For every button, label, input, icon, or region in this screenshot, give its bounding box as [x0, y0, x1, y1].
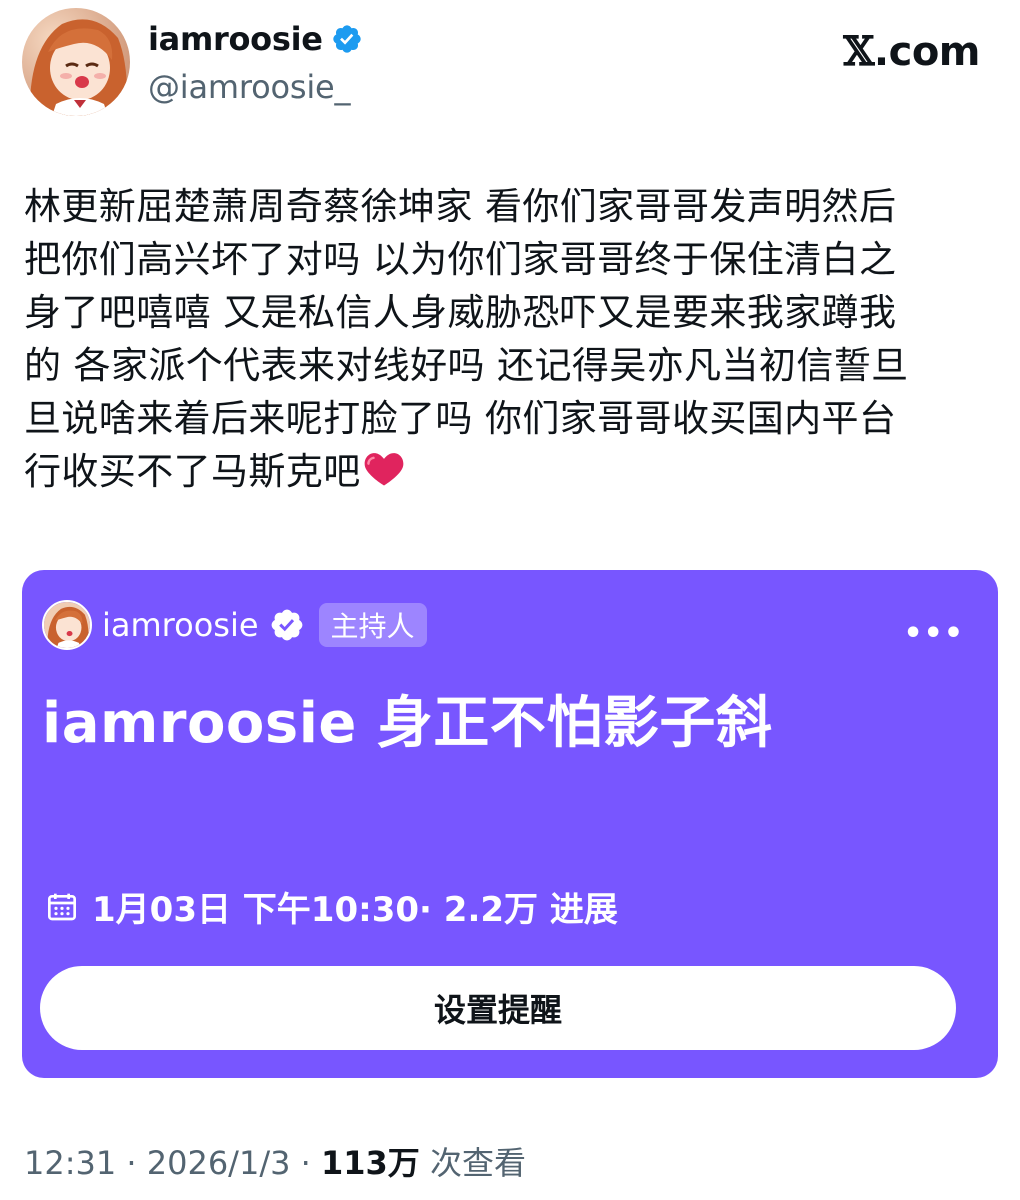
tweet-text: 林更新屈楚萧周奇蔡徐坤家 看你们家哥哥发声明然后 把你们高兴坏了对吗 以为你们家…: [24, 180, 999, 498]
tweet-text-line: 把你们高兴坏了对吗 以为你们家哥哥终于保住清白之: [24, 238, 897, 281]
host-avatar[interactable]: [42, 600, 92, 650]
space-title: iamroosie 身正不怕影子斜: [42, 691, 773, 756]
host-name[interactable]: iamroosie: [102, 606, 259, 644]
more-options-icon[interactable]: •••: [903, 616, 964, 651]
tweet-text-line: 行收买不了马斯克吧: [24, 450, 361, 493]
host-badge: 主持人: [318, 603, 427, 647]
x-com-logo: 𝕏.com: [843, 28, 980, 75]
view-count-label: 次查看: [419, 1144, 526, 1182]
calendar-icon: [48, 893, 76, 920]
tweet-text-line: 身了吧嘻嘻 又是私信人身威胁恐吓又是要来我家蹲我: [24, 291, 897, 334]
tweet-text-line: 林更新屈楚萧周奇蔡徐坤家 看你们家哥哥发声明然后: [24, 185, 897, 228]
author-avatar[interactable]: [22, 8, 130, 116]
tweet-meta-row: 12:31 · 2026/1/3 · 113万 次查看: [24, 1138, 526, 1184]
anime-avatar-icon: [22, 8, 130, 116]
tweet-date[interactable]: 2026/1/3: [147, 1144, 291, 1182]
brand-suffix: .com: [873, 29, 981, 75]
view-count[interactable]: 113万: [321, 1144, 420, 1182]
author-display-name[interactable]: iamroosie: [148, 20, 323, 58]
verified-badge-icon: [271, 609, 302, 641]
author-info: iamroosie @iamroosie_: [148, 20, 363, 106]
x-logo-icon: 𝕏: [843, 28, 874, 75]
space-schedule-text: 1月03日 下午10:30· 2.2万 进展: [92, 890, 618, 930]
tweet-text-line: 旦说啥来着后来呢打脸了吗 你们家哥哥收买国内平台: [24, 397, 897, 440]
heart-icon: [364, 453, 403, 486]
space-host-row: iamroosie 主持人: [42, 600, 427, 650]
author-handle[interactable]: @iamroosie_: [148, 68, 363, 106]
space-card[interactable]: iamroosie 主持人 ••• iamroosie 身正不怕影子斜 1月03…: [22, 570, 998, 1078]
tweet-header: iamroosie @iamroosie_ 𝕏.com: [22, 8, 981, 118]
set-reminder-button[interactable]: 设置提醒: [40, 966, 956, 1050]
tweet-text-line: 的 各家派个代表来对线好吗 还记得吴亦凡当初信誓旦: [24, 344, 909, 387]
tweet-time[interactable]: 12:31: [24, 1144, 116, 1182]
meta-separator: ·: [290, 1144, 321, 1182]
tweet-text-line-last: 行收买不了马斯克吧: [24, 445, 999, 498]
space-schedule-row: 1月03日 下午10:30· 2.2万 进展: [46, 882, 618, 931]
meta-separator: ·: [116, 1144, 147, 1182]
anime-avatar-icon: [44, 602, 90, 648]
verified-badge-icon: [333, 25, 361, 53]
